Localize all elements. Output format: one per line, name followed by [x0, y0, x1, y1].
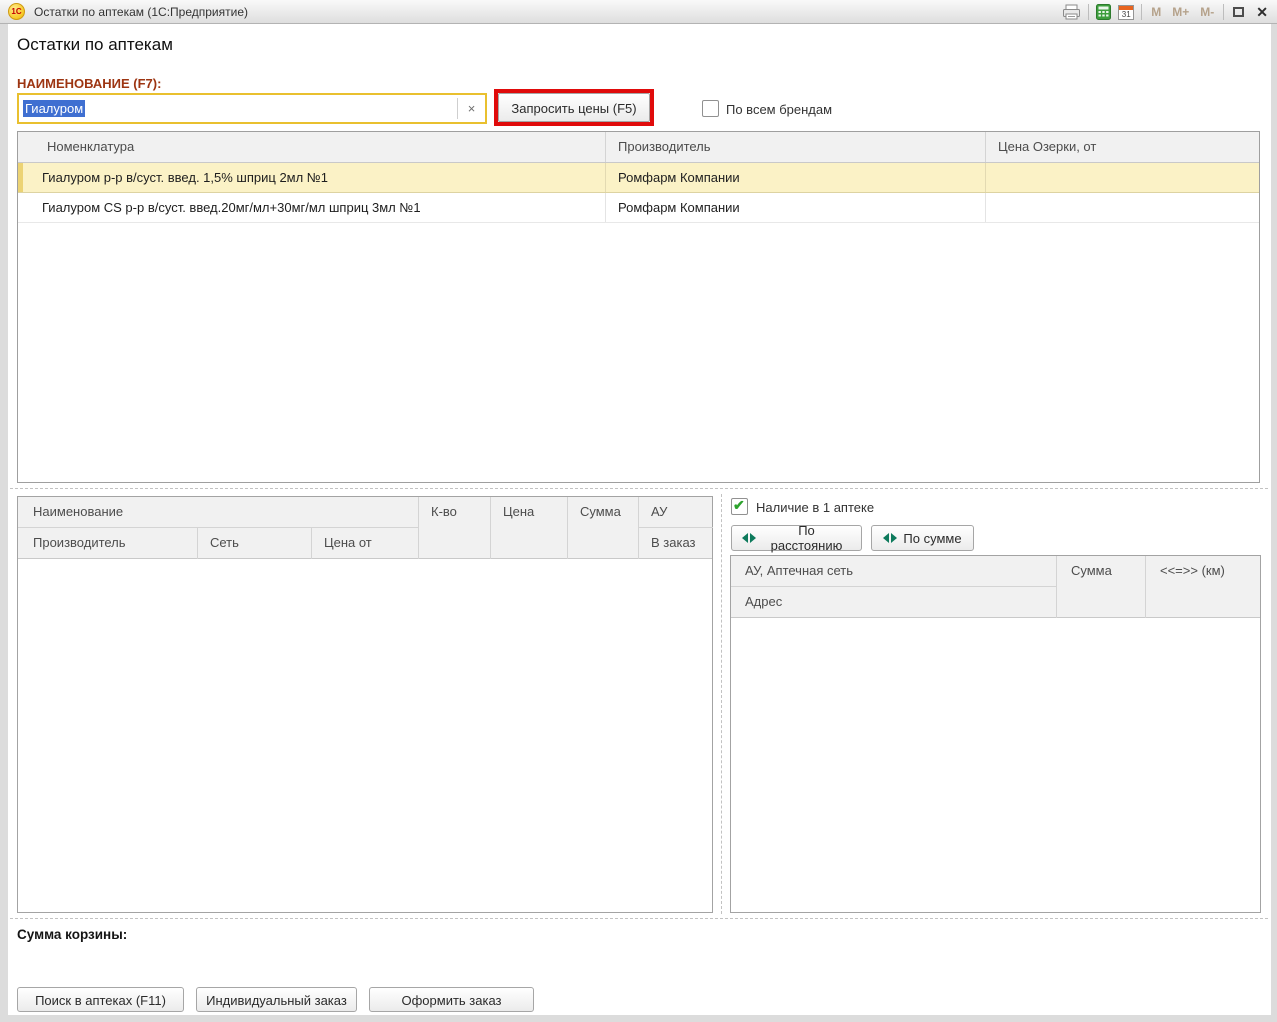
products-table: Номенклатура Производитель Цена Озерки, …	[17, 131, 1260, 483]
basket-table-header: Наименование К-во Цена Сумма АУ Производ…	[18, 497, 712, 559]
column-header-nomenclature[interactable]: Номенклатура	[18, 132, 606, 162]
window-frame-right	[1271, 24, 1277, 1022]
column-header-manufacturer[interactable]: Производитель	[606, 132, 986, 162]
close-icon[interactable]: ✕	[1253, 4, 1271, 21]
highlight-rectangle: Запросить цены (F5)	[494, 89, 654, 126]
vertical-splitter[interactable]	[721, 494, 722, 914]
cell-price	[986, 163, 1259, 192]
horizontal-splitter[interactable]	[10, 488, 1268, 489]
memory-m-button[interactable]: M	[1149, 5, 1163, 19]
window-frame-bottom	[0, 1015, 1277, 1022]
checkmark-icon: ✔	[733, 497, 747, 514]
products-table-header: Номенклатура Производитель Цена Озерки, …	[18, 132, 1259, 163]
table-row[interactable]: Гиалуром CS р-р в/суст. введ.20мг/мл+30м…	[18, 193, 1259, 223]
column-header-name[interactable]: Наименование	[18, 497, 419, 528]
page-title: Остатки по аптекам	[17, 35, 173, 55]
availability-checkbox[interactable]: ✔	[731, 498, 748, 515]
column-header-in-order[interactable]: В заказ	[639, 528, 713, 559]
column-header-address[interactable]: Адрес	[731, 587, 1057, 618]
search-input-value: Гиалуром	[23, 100, 85, 117]
name-filter-label: НАИМЕНОВАНИЕ (F7):	[17, 76, 161, 91]
pharmacies-table-header: АУ, Аптечная сеть Сумма <<=>> (км) Адрес	[731, 556, 1260, 618]
titlebar-separator	[1088, 4, 1089, 20]
all-brands-checkbox[interactable]	[702, 100, 719, 117]
request-prices-button[interactable]: Запросить цены (F5)	[498, 93, 650, 122]
1c-logo-icon: 1С	[8, 3, 25, 20]
window-frame-left	[0, 24, 8, 1022]
all-brands-label: По всем брендам	[726, 102, 832, 117]
column-header-au-chain[interactable]: АУ, Аптечная сеть	[731, 556, 1057, 587]
double-arrow-icon	[883, 533, 897, 543]
calendar-icon[interactable]: 31	[1118, 5, 1134, 20]
print-icon[interactable]	[1062, 4, 1081, 20]
cell-nomenclature: Гиалуром р-р в/суст. введ. 1,5% шприц 2м…	[18, 163, 606, 192]
availability-label: Наличие в 1 аптеке	[756, 500, 874, 515]
sort-by-distance-label: По расстоянию	[762, 523, 851, 553]
titlebar-buttons: 31 M M+ M- ✕	[1062, 0, 1271, 24]
sort-by-sum-button[interactable]: По сумме	[871, 525, 974, 551]
double-arrow-icon	[742, 533, 756, 543]
cell-manufacturer: Ромфарм Компании	[606, 163, 986, 192]
basket-sum-label: Сумма корзины:	[17, 927, 127, 942]
maximize-icon[interactable]	[1233, 7, 1244, 17]
column-header-chain[interactable]: Сеть	[198, 528, 312, 559]
sort-by-distance-button[interactable]: По расстоянию	[731, 525, 862, 551]
window-title: Остатки по аптекам (1С:Предприятие)	[34, 0, 248, 24]
calendar-icon-day: 31	[1119, 10, 1133, 19]
calculator-icon[interactable]	[1096, 4, 1111, 20]
titlebar-separator	[1223, 4, 1224, 20]
clear-input-icon[interactable]: ×	[458, 101, 485, 116]
column-header-price[interactable]: Цена Озерки, от	[986, 132, 1259, 162]
titlebar-separator	[1141, 4, 1142, 20]
table-row[interactable]: Гиалуром р-р в/суст. введ. 1,5% шприц 2м…	[18, 163, 1259, 193]
name-search-input[interactable]: Гиалуром ×	[17, 93, 487, 124]
column-header-price[interactable]: Цена	[491, 497, 568, 559]
cell-price	[986, 193, 1259, 222]
memory-m-minus-button[interactable]: M-	[1198, 5, 1216, 19]
cell-manufacturer: Ромфарм Компании	[606, 193, 986, 222]
column-header-manufacturer[interactable]: Производитель	[18, 528, 198, 559]
column-header-au[interactable]: АУ	[639, 497, 713, 528]
checkout-button[interactable]: Оформить заказ	[369, 987, 534, 1012]
basket-table: Наименование К-во Цена Сумма АУ Производ…	[17, 496, 713, 913]
search-in-pharmacies-button[interactable]: Поиск в аптеках (F11)	[17, 987, 184, 1012]
column-header-qty[interactable]: К-во	[419, 497, 491, 559]
titlebar: 1С Остатки по аптекам (1С:Предприятие)	[0, 0, 1277, 24]
pharmacies-table: АУ, Аптечная сеть Сумма <<=>> (км) Адрес	[730, 555, 1261, 913]
sort-by-sum-label: По сумме	[903, 531, 961, 546]
column-header-sum[interactable]: Сумма	[1057, 556, 1146, 618]
cell-nomenclature: Гиалуром CS р-р в/суст. введ.20мг/мл+30м…	[18, 193, 606, 222]
horizontal-splitter[interactable]	[10, 918, 1268, 919]
column-header-sum[interactable]: Сумма	[568, 497, 639, 559]
memory-m-plus-button[interactable]: M+	[1170, 5, 1191, 19]
column-header-distance-km[interactable]: <<=>> (км)	[1146, 556, 1260, 618]
individual-order-button[interactable]: Индивидуальный заказ	[196, 987, 357, 1012]
column-header-price-from[interactable]: Цена от	[312, 528, 419, 559]
app-window: 1С Остатки по аптекам (1С:Предприятие)	[0, 0, 1277, 1022]
